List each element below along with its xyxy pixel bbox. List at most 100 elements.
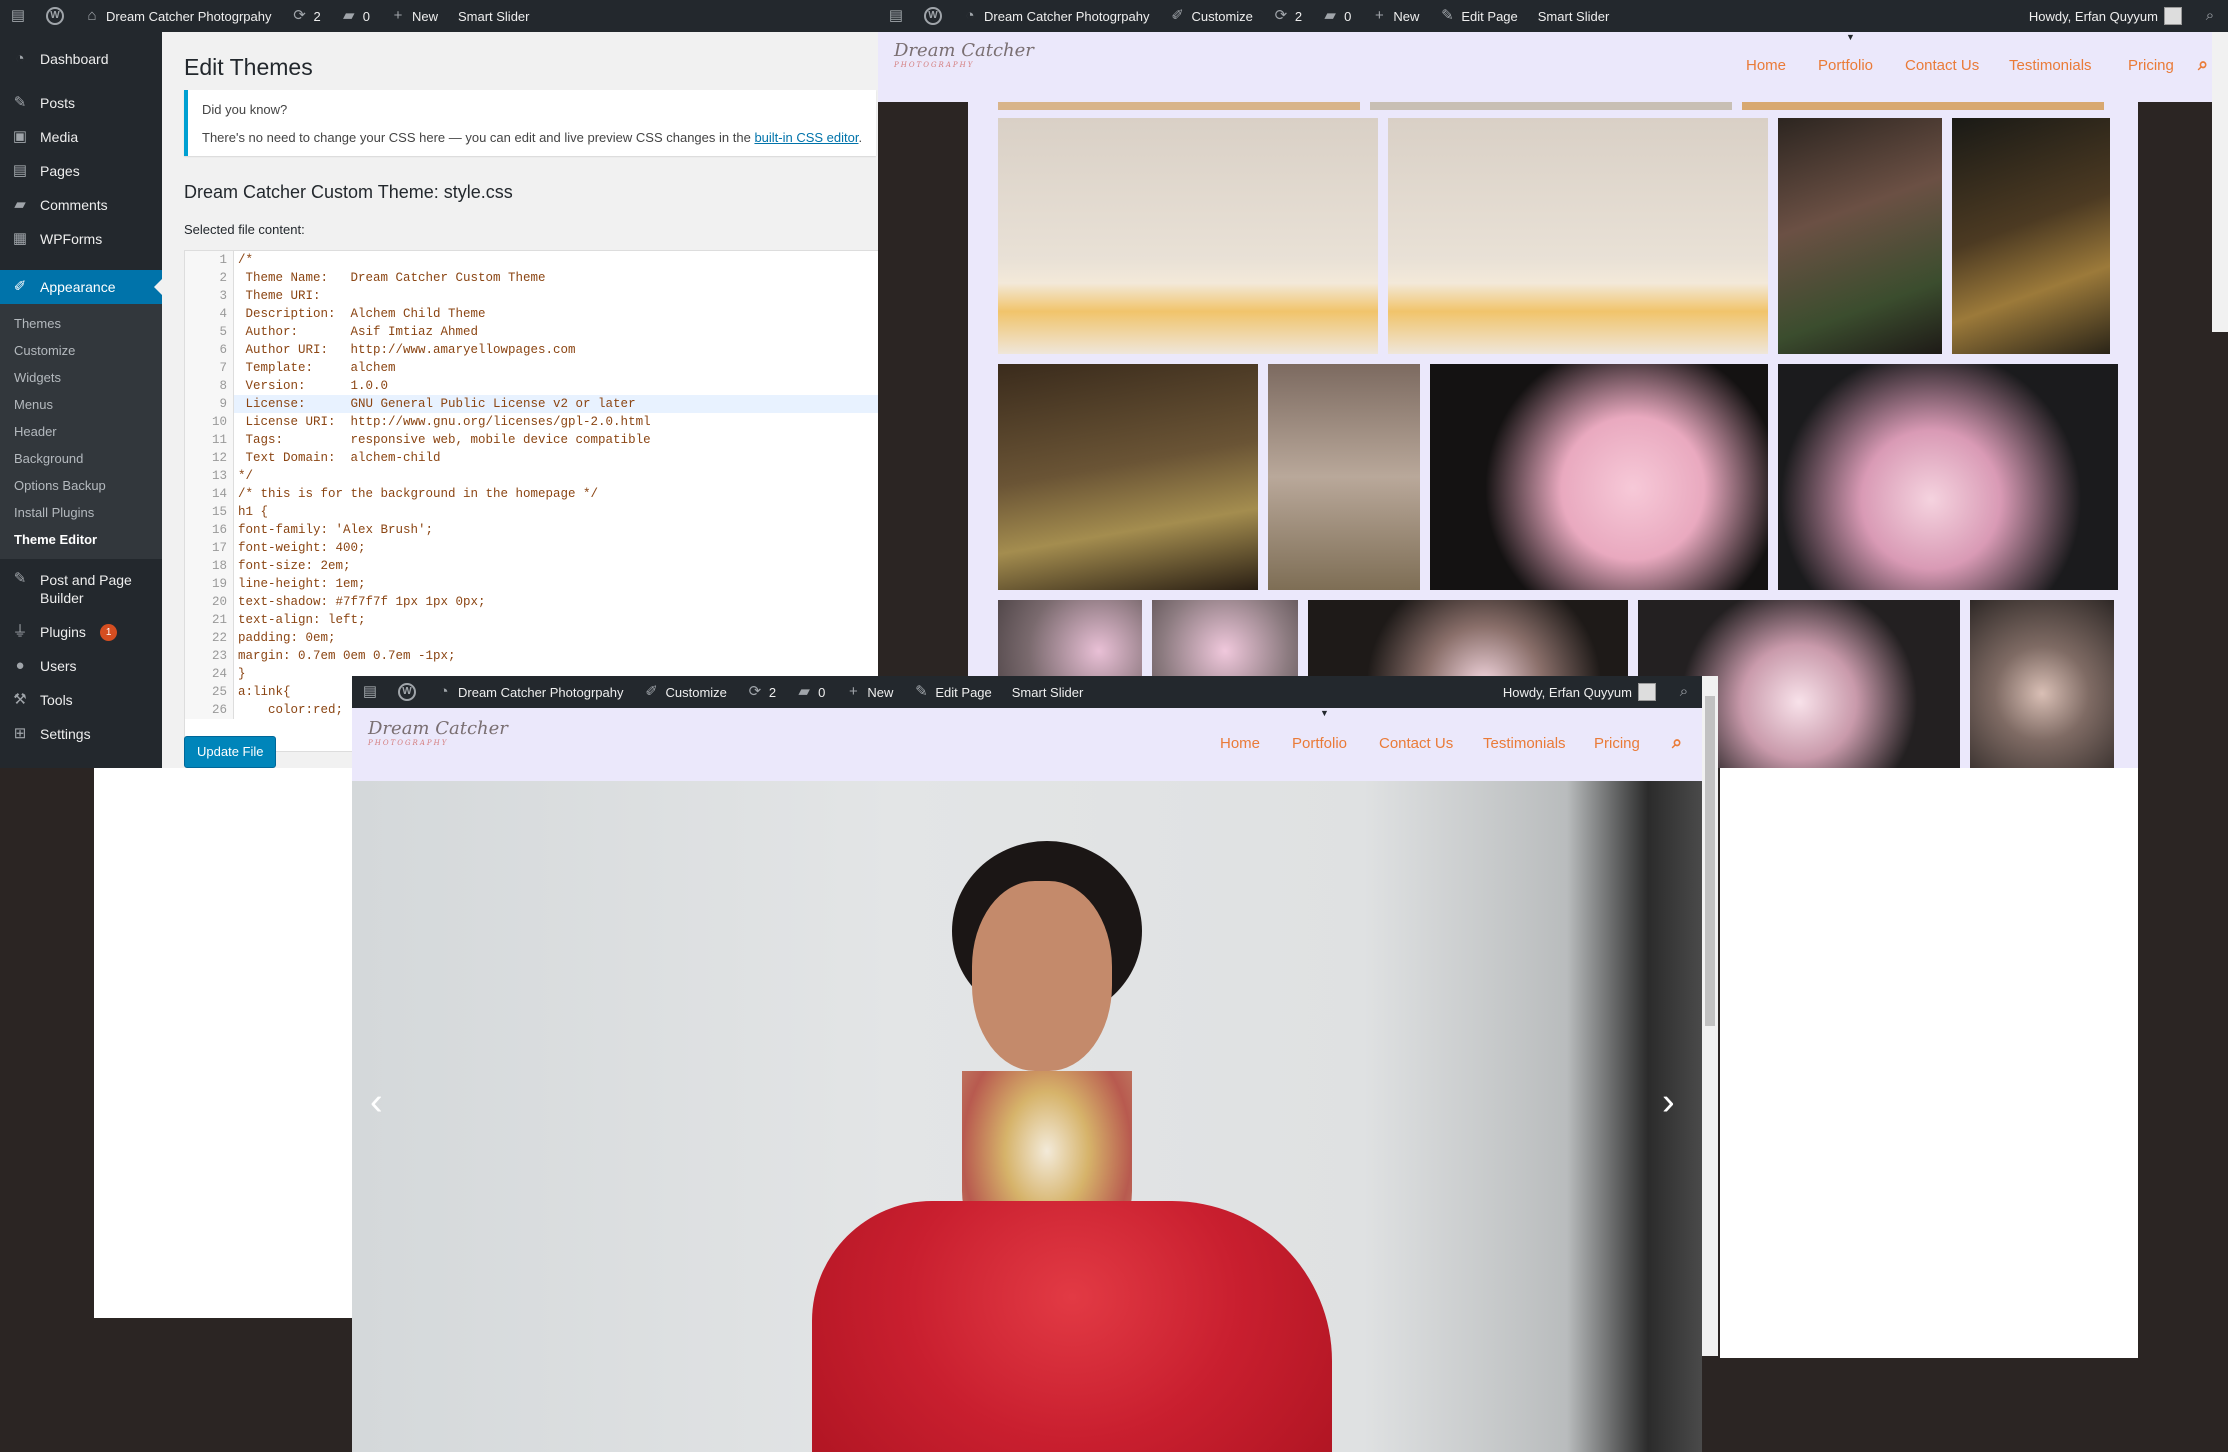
site-name-link[interactable]: ◔ Dream Catcher Photogrpahy [426,676,633,708]
code-line[interactable]: 13 */ [185,467,878,485]
my-account-link[interactable]: Howdy, Erfan Quyyum [1493,676,1666,708]
updates-link[interactable]: ⟳ 2 [1263,0,1312,32]
admin-search-button[interactable]: ⌕ [1666,676,1702,708]
nav-home[interactable]: Home [1220,735,1260,752]
code-line[interactable]: 16 font-family: 'Alex Brush'; [185,521,878,539]
gallery-photo[interactable] [1370,102,1732,110]
nav-testimonials[interactable]: Testimonials [1483,735,1566,752]
gallery-photo[interactable] [1970,600,2114,768]
update-file-button[interactable]: Update File [184,736,277,768]
code-line[interactable]: 21 text-align: left; [185,611,878,629]
gallery-photo[interactable] [998,102,1360,110]
smart-slider-link[interactable]: Smart Slider [1528,0,1620,32]
scrollbar[interactable] [1702,676,1718,1356]
search-icon[interactable]: ⌕ [2198,54,2208,75]
site-logo[interactable]: Dream Catcher PHOTOGRAPHY [894,40,1034,69]
submenu-header[interactable]: Header [0,418,162,445]
code-line[interactable]: 12 Text Domain: alchem-child [185,449,878,467]
submenu-options-backup[interactable]: Options Backup [0,472,162,499]
edit-page-link[interactable]: ✎ Edit Page [903,676,1001,708]
code-line[interactable]: 18 font-size: 2em; [185,557,878,575]
slider-prev-arrow[interactable]: ‹ [370,1081,383,1124]
gallery-photo-baby-princess[interactable] [1430,364,1768,590]
nav-portfolio[interactable]: Portfolio [1292,735,1347,752]
gallery-photo-baby-balloons[interactable] [1778,364,2118,590]
nav-testimonials[interactable]: Testimonials [2009,57,2092,74]
scrollbar-thumb[interactable] [1705,696,1715,1026]
code-line[interactable]: 7 Template: alchem [185,359,878,377]
code-line[interactable]: 3 Theme URI: [185,287,878,305]
admin-menu-toggle[interactable]: ▤ [0,0,36,32]
gallery-photo[interactable] [1742,102,2104,110]
customize-link[interactable]: ✐ Customize [1159,0,1262,32]
sidebar-item-post-page-builder[interactable]: ✎ Post and Page Builder [0,567,162,615]
nav-pricing[interactable]: Pricing [2128,57,2174,74]
code-line[interactable]: 10 License URI: http://www.gnu.org/licen… [185,413,878,431]
comments-link[interactable]: ▰ 0 [331,0,380,32]
nav-contact-us[interactable]: Contact Us [1379,735,1453,752]
sidebar-item-comments[interactable]: ▰ Comments [0,188,162,222]
code-line[interactable]: 11 Tags: responsive web, mobile device c… [185,431,878,449]
gallery-photo-couple[interactable] [1778,118,1942,354]
code-line[interactable]: 2 Theme Name: Dream Catcher Custom Theme [185,269,878,287]
slider-next-arrow[interactable]: › [1662,1081,1675,1124]
gallery-photo-cake[interactable] [998,364,1258,590]
gallery-photo-dessert-table[interactable] [998,118,1378,354]
code-line[interactable]: 20 text-shadow: #7f7f7f 1px 1px 0px; [185,593,878,611]
search-icon[interactable]: ⌕ [1672,732,1682,753]
gallery-photo-dessert-table[interactable] [1388,118,1768,354]
site-name-link[interactable]: ⌂ Dream Catcher Photogrpahy [74,0,281,32]
wp-logo-button[interactable]: W [388,676,426,708]
code-line[interactable]: 5 Author: Asif Imtiaz Ahmed [185,323,878,341]
wp-logo-button[interactable]: W [36,0,74,32]
gallery-photo-candles[interactable] [1952,118,2110,354]
code-line[interactable]: 22 padding: 0em; [185,629,878,647]
new-content-link[interactable]: + New [1361,0,1429,32]
admin-menu-toggle[interactable]: ▤ [878,0,914,32]
sidebar-item-tools[interactable]: ⚒ Tools [0,683,162,717]
code-line[interactable]: 6 Author URI: http://www.amaryellowpages… [185,341,878,359]
nav-home[interactable]: Home [1746,57,1786,74]
sidebar-item-wpforms[interactable]: ▦ WPForms [0,222,162,256]
sidebar-item-appearance[interactable]: ✐ Appearance [0,270,162,304]
sidebar-item-posts[interactable]: ✎ Posts [0,86,162,120]
code-line[interactable]: 23 margin: 0.7em 0em 0.7em -1px; [185,647,878,665]
code-line[interactable]: 15 h1 { [185,503,878,521]
submenu-theme-editor[interactable]: Theme Editor [0,526,162,553]
submenu-install-plugins[interactable]: Install Plugins [0,499,162,526]
sidebar-item-settings[interactable]: ⊞ Settings [0,717,162,751]
submenu-customize[interactable]: Customize [0,337,162,364]
code-line[interactable]: 19 line-height: 1em; [185,575,878,593]
wp-logo-button[interactable]: W [914,0,952,32]
updates-link[interactable]: ⟳ 2 [281,0,330,32]
submenu-menus[interactable]: Menus [0,391,162,418]
new-content-link[interactable]: + New [380,0,448,32]
site-logo[interactable]: Dream Catcher PHOTOGRAPHY [368,718,508,747]
code-line[interactable]: 8 Version: 1.0.0 [185,377,878,395]
site-name-link[interactable]: ◔ Dream Catcher Photogrpahy [952,0,1159,32]
gallery-photo-cake-window[interactable] [1268,364,1420,590]
code-line[interactable]: 4 Description: Alchem Child Theme [185,305,878,323]
admin-menu-toggle[interactable]: ▤ [352,676,388,708]
scrollbar[interactable] [2212,32,2228,332]
submenu-themes[interactable]: Themes [0,310,162,337]
smart-slider-link[interactable]: Smart Slider [448,0,540,32]
css-editor-link[interactable]: built-in CSS editor [754,130,858,145]
admin-search-button[interactable]: ⌕ [2192,0,2228,32]
sidebar-item-plugins[interactable]: ⏚ Plugins 1 [0,615,162,649]
smart-slider-link[interactable]: Smart Slider [1002,676,1094,708]
sidebar-item-media[interactable]: ▣ Media [0,120,162,154]
updates-link[interactable]: ⟳ 2 [737,676,786,708]
code-line[interactable]: 9 License: GNU General Public License v2… [185,395,878,413]
customize-link[interactable]: ✐ Customize [633,676,736,708]
submenu-background[interactable]: Background [0,445,162,472]
edit-page-link[interactable]: ✎ Edit Page [1429,0,1527,32]
code-line[interactable]: 17 font-weight: 400; [185,539,878,557]
submenu-widgets[interactable]: Widgets [0,364,162,391]
my-account-link[interactable]: Howdy, Erfan Quyyum [2019,0,2192,32]
comments-link[interactable]: ▰ 0 [1312,0,1361,32]
nav-pricing[interactable]: Pricing [1594,735,1640,752]
sidebar-item-pages[interactable]: ▤ Pages [0,154,162,188]
nav-contact-us[interactable]: Contact Us [1905,57,1979,74]
new-content-link[interactable]: + New [835,676,903,708]
